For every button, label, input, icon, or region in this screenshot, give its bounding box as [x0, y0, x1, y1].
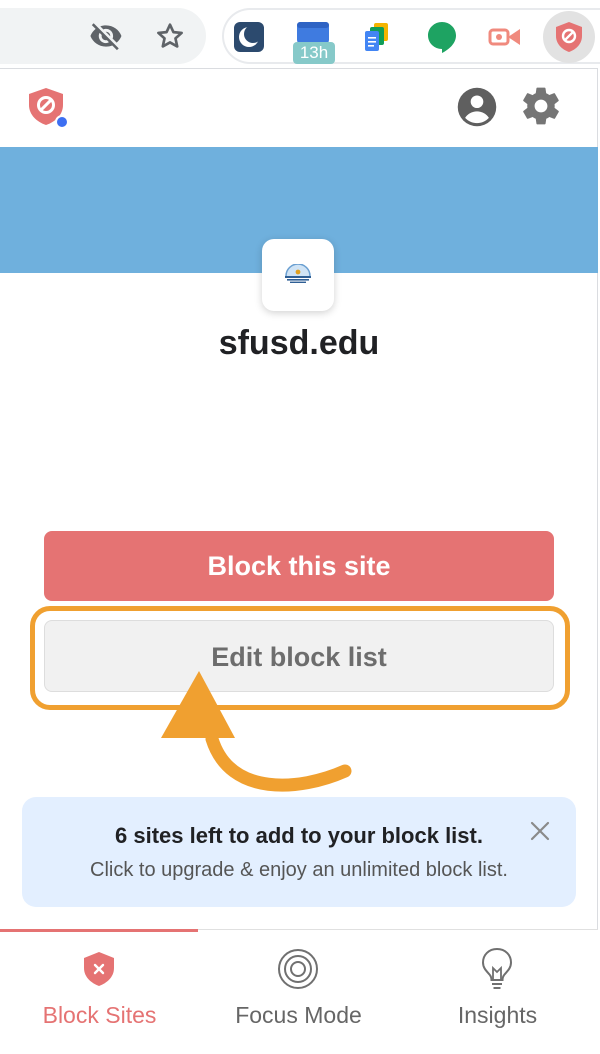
account-icon[interactable]	[456, 86, 498, 128]
gear-icon[interactable]	[519, 84, 563, 128]
bottom-tab-bar: Block Sites Focus Mode Insights	[0, 929, 598, 1054]
blocksite-popup: sfusd.edu Block this site Edit block lis…	[0, 68, 598, 1054]
tab-focus-mode[interactable]: Focus Mode	[199, 930, 398, 1054]
screencast-icon[interactable]	[488, 20, 522, 54]
blocksite-logo-icon	[26, 86, 70, 130]
browser-toolbar: 13h	[0, 0, 600, 68]
hangouts-icon[interactable]	[425, 20, 459, 54]
tab-label: Insights	[457, 1002, 538, 1028]
upgrade-subtitle: Click to upgrade & enjoy an unlimited bl…	[90, 859, 508, 881]
docs-stack-icon[interactable]	[360, 20, 394, 54]
upgrade-banner[interactable]: 6 sites left to add to your block list. …	[22, 797, 576, 907]
tab-insights[interactable]: Insights	[398, 930, 597, 1054]
lightbulb-icon	[474, 946, 520, 992]
shield-x-icon	[76, 946, 122, 992]
tab-label: Focus Mode	[235, 1002, 362, 1028]
moon-app-icon[interactable]	[232, 20, 266, 54]
site-favicon	[262, 239, 334, 311]
target-icon	[275, 946, 321, 992]
curved-arrow-icon	[161, 671, 352, 792]
tab-label: Block Sites	[42, 1002, 157, 1028]
calendar-badge: 13h	[293, 42, 335, 64]
close-icon[interactable]	[528, 819, 552, 843]
tab-block-sites[interactable]: Block Sites	[0, 930, 199, 1054]
blocksite-extension-icon[interactable]	[552, 20, 586, 54]
upgrade-title: 6 sites left to add to your block list.	[115, 823, 483, 848]
eye-off-icon[interactable]	[88, 18, 124, 54]
site-name: sfusd.edu	[218, 324, 380, 362]
block-site-button[interactable]: Block this site	[44, 531, 554, 601]
bookmark-star-icon[interactable]	[152, 18, 188, 54]
